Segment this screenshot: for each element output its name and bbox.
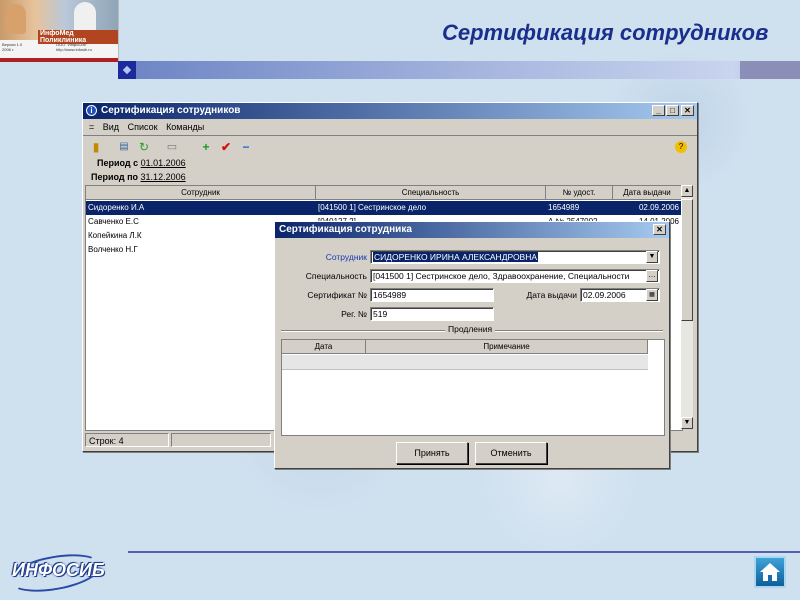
close-button[interactable]: ✕ <box>681 105 694 116</box>
cell-cert: 1654989 <box>548 203 580 212</box>
logo-person-icon <box>6 4 26 34</box>
col-date[interactable]: Дата выдачи <box>613 186 682 200</box>
minus-icon[interactable]: − <box>239 140 253 154</box>
print-icon[interactable]: ▭ <box>165 140 179 154</box>
menu-view[interactable]: Вид <box>103 122 119 132</box>
grid-scrollbar[interactable]: ▲ ▼ <box>681 185 693 429</box>
certification-dialog: Сертификация сотрудника ✕ Сотрудник СИДО… <box>274 221 670 469</box>
header-strip-end <box>740 61 800 79</box>
app-logo: ИнфоМед Поликлиника Версия 1.0 2006 г. О… <box>0 0 119 62</box>
dialog-close-button[interactable]: ✕ <box>653 224 666 235</box>
toolbar: ▮ ▤ ↻ ▭ + ✔ − ? <box>83 135 697 158</box>
period-to-label: Период по <box>91 172 139 182</box>
period-from-label: Период с <box>97 158 139 168</box>
maximize-button[interactable]: □ <box>666 105 679 116</box>
plus-icon[interactable]: + <box>199 140 213 154</box>
cell-specialty: [041500 1] Сестринское дело <box>318 203 427 212</box>
status-panel <box>171 433 271 447</box>
col-cert[interactable]: № удост. <box>546 186 613 200</box>
footer-logo: ИНФОСИБ <box>12 560 105 580</box>
cancel-button[interactable]: Отменить <box>475 442 547 464</box>
logo-small-left: Версия 1.0 2006 г. <box>2 42 23 52</box>
ellipsis-icon[interactable]: … <box>646 270 658 282</box>
reg-label: Рег. № <box>341 309 367 319</box>
cell-date: 02.09.2006 <box>638 203 679 212</box>
menu-system[interactable]: = <box>89 122 94 132</box>
specialty-field[interactable]: [041500 1] Сестринское дело, Здравоохран… <box>370 269 660 283</box>
scroll-thumb[interactable] <box>681 199 693 321</box>
specialty-label: Специальность <box>305 271 367 281</box>
period-from-link[interactable]: 01.01.2006 <box>141 158 186 168</box>
cert-label: Сертификат № <box>307 290 367 300</box>
home-icon <box>760 563 780 581</box>
home-button[interactable] <box>754 556 786 588</box>
chevron-down-icon[interactable]: ▼ <box>646 251 658 263</box>
ext-empty-row[interactable] <box>282 355 648 370</box>
date-label: Дата выдачи <box>526 290 578 300</box>
employee-label: Сотрудник <box>325 252 367 262</box>
check-icon[interactable]: ✔ <box>219 140 233 154</box>
main-window-titlebar: i Сертификация сотрудников _ □ ✕ <box>83 103 697 119</box>
menu-commands[interactable]: Команды <box>166 122 204 132</box>
table-row[interactable]: Сидоренко И.А [041500 1] Сестринское дел… <box>86 201 682 215</box>
ext-col-note[interactable]: Примечание <box>366 340 648 354</box>
dialog-titlebar: Сертификация сотрудника ✕ <box>275 222 669 238</box>
info-icon: i <box>86 105 97 116</box>
logo-divider <box>0 58 118 62</box>
menu-list[interactable]: Список <box>128 122 158 132</box>
period-from: Период с 01.01.2006 <box>97 158 186 168</box>
calendar-icon[interactable]: ▦ <box>646 289 658 301</box>
dialog-title: Сертификация сотрудника <box>279 224 412 235</box>
employee-value: СИДОРЕНКО ИРИНА АЛЕКСАНДРОВНА <box>373 252 539 262</box>
help-icon[interactable]: ? <box>675 141 687 153</box>
cert-field[interactable]: 1654989 <box>370 288 494 302</box>
reg-field[interactable]: 519 <box>370 307 494 321</box>
status-rows: Строк: 4 <box>85 433 169 447</box>
refresh-icon[interactable]: ↻ <box>137 140 151 154</box>
door-icon[interactable]: ▮ <box>89 140 103 154</box>
cell-employee: Сидоренко И.А <box>88 203 145 212</box>
col-specialty[interactable]: Специальность <box>316 186 546 200</box>
col-employee[interactable]: Сотрудник <box>86 186 316 200</box>
footer-line <box>128 551 800 553</box>
period-to: Период по 31.12.2006 <box>91 172 186 182</box>
accept-button[interactable]: Принять <box>396 442 468 464</box>
main-window-title: Сертификация сотрудников <box>101 105 241 116</box>
employee-select[interactable]: СИДОРЕНКО ИРИНА АЛЕКСАНДРОВНА <box>370 250 660 264</box>
calc-icon[interactable]: ▤ <box>117 140 131 154</box>
period-to-link[interactable]: 31.12.2006 <box>141 172 186 182</box>
extensions-grid[interactable]: Дата Примечание <box>281 339 665 436</box>
extensions-label: Продления <box>445 324 496 334</box>
ext-col-date[interactable]: Дата <box>282 340 366 354</box>
scroll-down-icon[interactable]: ▼ <box>681 417 693 429</box>
header-strip <box>136 61 800 79</box>
menu-bar: = Вид Список Команды <box>83 119 697 135</box>
scroll-up-icon[interactable]: ▲ <box>681 185 693 197</box>
logo-small-right: ООО "ИнфоСиб" http://www.infosib.ru <box>56 42 92 52</box>
minimize-button[interactable]: _ <box>652 105 665 116</box>
page-title: Сертификация сотрудников <box>442 20 769 45</box>
